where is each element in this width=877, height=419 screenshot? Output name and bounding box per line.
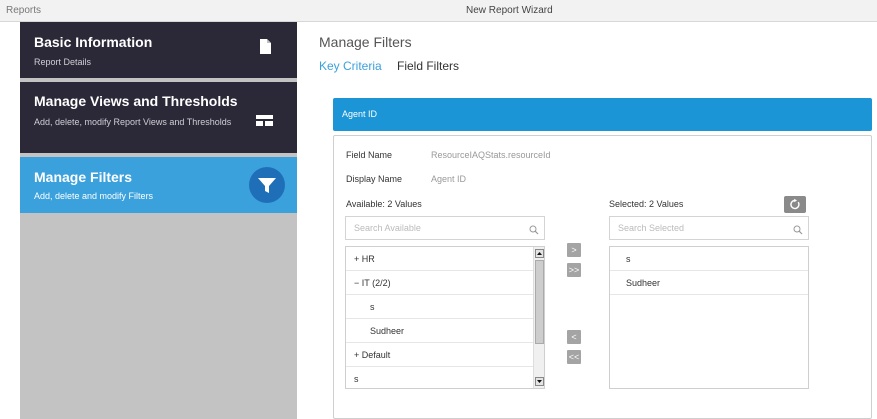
document-icon: [260, 39, 271, 59]
list-item[interactable]: s: [346, 367, 534, 388]
available-values-list[interactable]: + HR − IT (2/2) s Sudheer + Default s: [345, 246, 545, 389]
field-name-value: ResourceIAQStats.resourceId: [431, 150, 551, 160]
step-subtitle: Add, delete, modify Report Views and Thr…: [34, 117, 232, 127]
display-name-value: Agent ID: [431, 174, 467, 184]
tab-field-filters[interactable]: Field Filters: [397, 59, 459, 73]
scrollbar-thumb[interactable]: [535, 260, 544, 344]
step-title: Manage Views and Thresholds: [34, 93, 238, 109]
window-left-title: Reports: [6, 5, 42, 16]
selected-search-input[interactable]: [618, 223, 778, 233]
list-item[interactable]: + HR: [346, 247, 534, 271]
list-item[interactable]: − IT (2/2): [346, 271, 534, 295]
list-item[interactable]: + Default: [346, 343, 534, 367]
list-item[interactable]: Sudheer: [610, 271, 808, 295]
step-manage-filters[interactable]: Manage Filters Add, delete and modify Fi…: [20, 157, 297, 213]
search-icon: [793, 222, 803, 240]
wizard-sidebar: Basic Information Report Details Manage …: [20, 22, 297, 419]
available-values-label: Available: 2 Values: [346, 199, 422, 209]
filter-header-bar[interactable]: Agent ID: [333, 98, 872, 131]
filter-header-label: Agent ID: [342, 109, 378, 119]
available-search-box[interactable]: [345, 216, 545, 240]
window-center-title: New Report Wizard: [466, 5, 553, 16]
search-icon: [529, 222, 539, 240]
available-list-scrollbar[interactable]: [533, 247, 544, 388]
list-item[interactable]: s: [610, 247, 808, 271]
step-basic-information[interactable]: Basic Information Report Details: [20, 22, 297, 78]
step-title: Basic Information: [34, 34, 153, 50]
available-search-input[interactable]: [354, 223, 514, 233]
scroll-down-arrow-icon[interactable]: [535, 377, 544, 386]
page-title: Manage Filters: [319, 34, 412, 50]
selected-values-list[interactable]: s Sudheer: [609, 246, 809, 389]
move-right-button[interactable]: >: [567, 243, 581, 257]
step-subtitle: Add, delete and modify Filters: [34, 191, 154, 201]
window-title-bar: Reports New Report Wizard: [0, 0, 877, 22]
selected-search-box[interactable]: [609, 216, 809, 240]
reset-button[interactable]: [784, 196, 806, 213]
filter-icon: [249, 167, 285, 208]
selected-values-label: Selected: 2 Values: [609, 199, 684, 209]
list-item[interactable]: Sudheer: [346, 319, 534, 343]
display-name-label: Display Name: [346, 174, 403, 184]
step-subtitle: Report Details: [34, 57, 92, 67]
move-left-button[interactable]: <: [567, 330, 581, 344]
move-all-right-button[interactable]: >>: [567, 263, 581, 277]
step-manage-views-thresholds[interactable]: Manage Views and Thresholds Add, delete,…: [20, 82, 297, 153]
tab-key-criteria[interactable]: Key Criteria: [319, 59, 382, 73]
table-layout-icon: [256, 113, 273, 131]
list-item[interactable]: s: [346, 295, 534, 319]
scroll-up-arrow-icon[interactable]: [535, 249, 544, 258]
step-title: Manage Filters: [34, 169, 133, 185]
move-all-left-button[interactable]: <<: [567, 350, 581, 364]
refresh-icon: [790, 198, 800, 210]
field-name-label: Field Name: [346, 150, 393, 160]
